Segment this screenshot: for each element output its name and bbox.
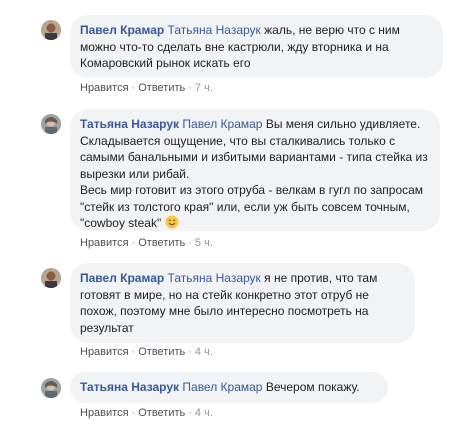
comment-mention[interactable]: Татьяна Назарук	[168, 271, 261, 285]
comment-bubble: Павел Крамар Татьяна Назарук я не против…	[70, 263, 415, 343]
comment-thread: Павел Крамар Татьяна Назарук жаль, не ве…	[0, 0, 471, 432]
like-link[interactable]: Нравится	[80, 407, 129, 419]
separator: ·	[188, 407, 192, 419]
comment-bubble: Павел Крамар Татьяна Назарук жаль, не ве…	[70, 15, 443, 78]
reply-link[interactable]: Ответить	[138, 237, 185, 249]
separator: ·	[131, 237, 136, 249]
reply-link[interactable]: Ответить	[138, 407, 185, 419]
timestamp[interactable]: 4 ч.	[195, 346, 213, 358]
comment-author[interactable]: Павел Крамар	[80, 271, 164, 285]
like-link[interactable]: Нравится	[80, 237, 129, 249]
smile-emoji-icon	[165, 215, 179, 229]
separator: ·	[131, 407, 136, 419]
comment-author[interactable]: Павел Крамар	[80, 23, 164, 37]
separator: ·	[131, 346, 136, 358]
avatar[interactable]	[41, 20, 61, 40]
comment-author[interactable]: Татьяна Назарук	[80, 117, 179, 131]
avatar[interactable]	[41, 378, 61, 398]
comment-bubble: Татьяна Назарук Павел Крамар Вы меня сил…	[70, 109, 440, 231]
comment-mention[interactable]: Татьяна Назарук	[168, 23, 261, 37]
like-link[interactable]: Нравится	[80, 346, 129, 358]
comment-bubble: Татьяна Назарук Павел Крамар Вечером пок…	[70, 372, 388, 403]
separator: ·	[131, 82, 136, 94]
timestamp[interactable]: 4 ч.	[195, 407, 213, 419]
avatar[interactable]	[41, 114, 61, 134]
comment-actions: Нравится · Ответить · 7 ч.	[80, 81, 213, 95]
comment-actions: Нравится · Ответить · 4 ч.	[80, 406, 213, 420]
timestamp[interactable]: 5 ч.	[195, 237, 213, 249]
comment-author[interactable]: Татьяна Назарук	[80, 380, 179, 394]
comment-mention[interactable]: Павел Крамар	[182, 380, 262, 394]
like-link[interactable]: Нравится	[80, 82, 129, 94]
reply-link[interactable]: Ответить	[138, 346, 185, 358]
comment-actions: Нравится · Ответить · 5 ч.	[80, 236, 213, 250]
comment-actions: Нравится · Ответить · 4 ч.	[80, 345, 213, 359]
reply-link[interactable]: Ответить	[138, 82, 185, 94]
separator: ·	[188, 237, 192, 249]
comment-mention[interactable]: Павел Крамар	[182, 117, 262, 131]
separator: ·	[188, 82, 192, 94]
comment-text-paragraph: Весь мир готовит из этого отруба - велка…	[80, 183, 424, 230]
timestamp[interactable]: 7 ч.	[195, 82, 213, 94]
avatar[interactable]	[41, 268, 61, 288]
comment-text: Вечером покажу.	[265, 380, 360, 394]
separator: ·	[188, 346, 192, 358]
